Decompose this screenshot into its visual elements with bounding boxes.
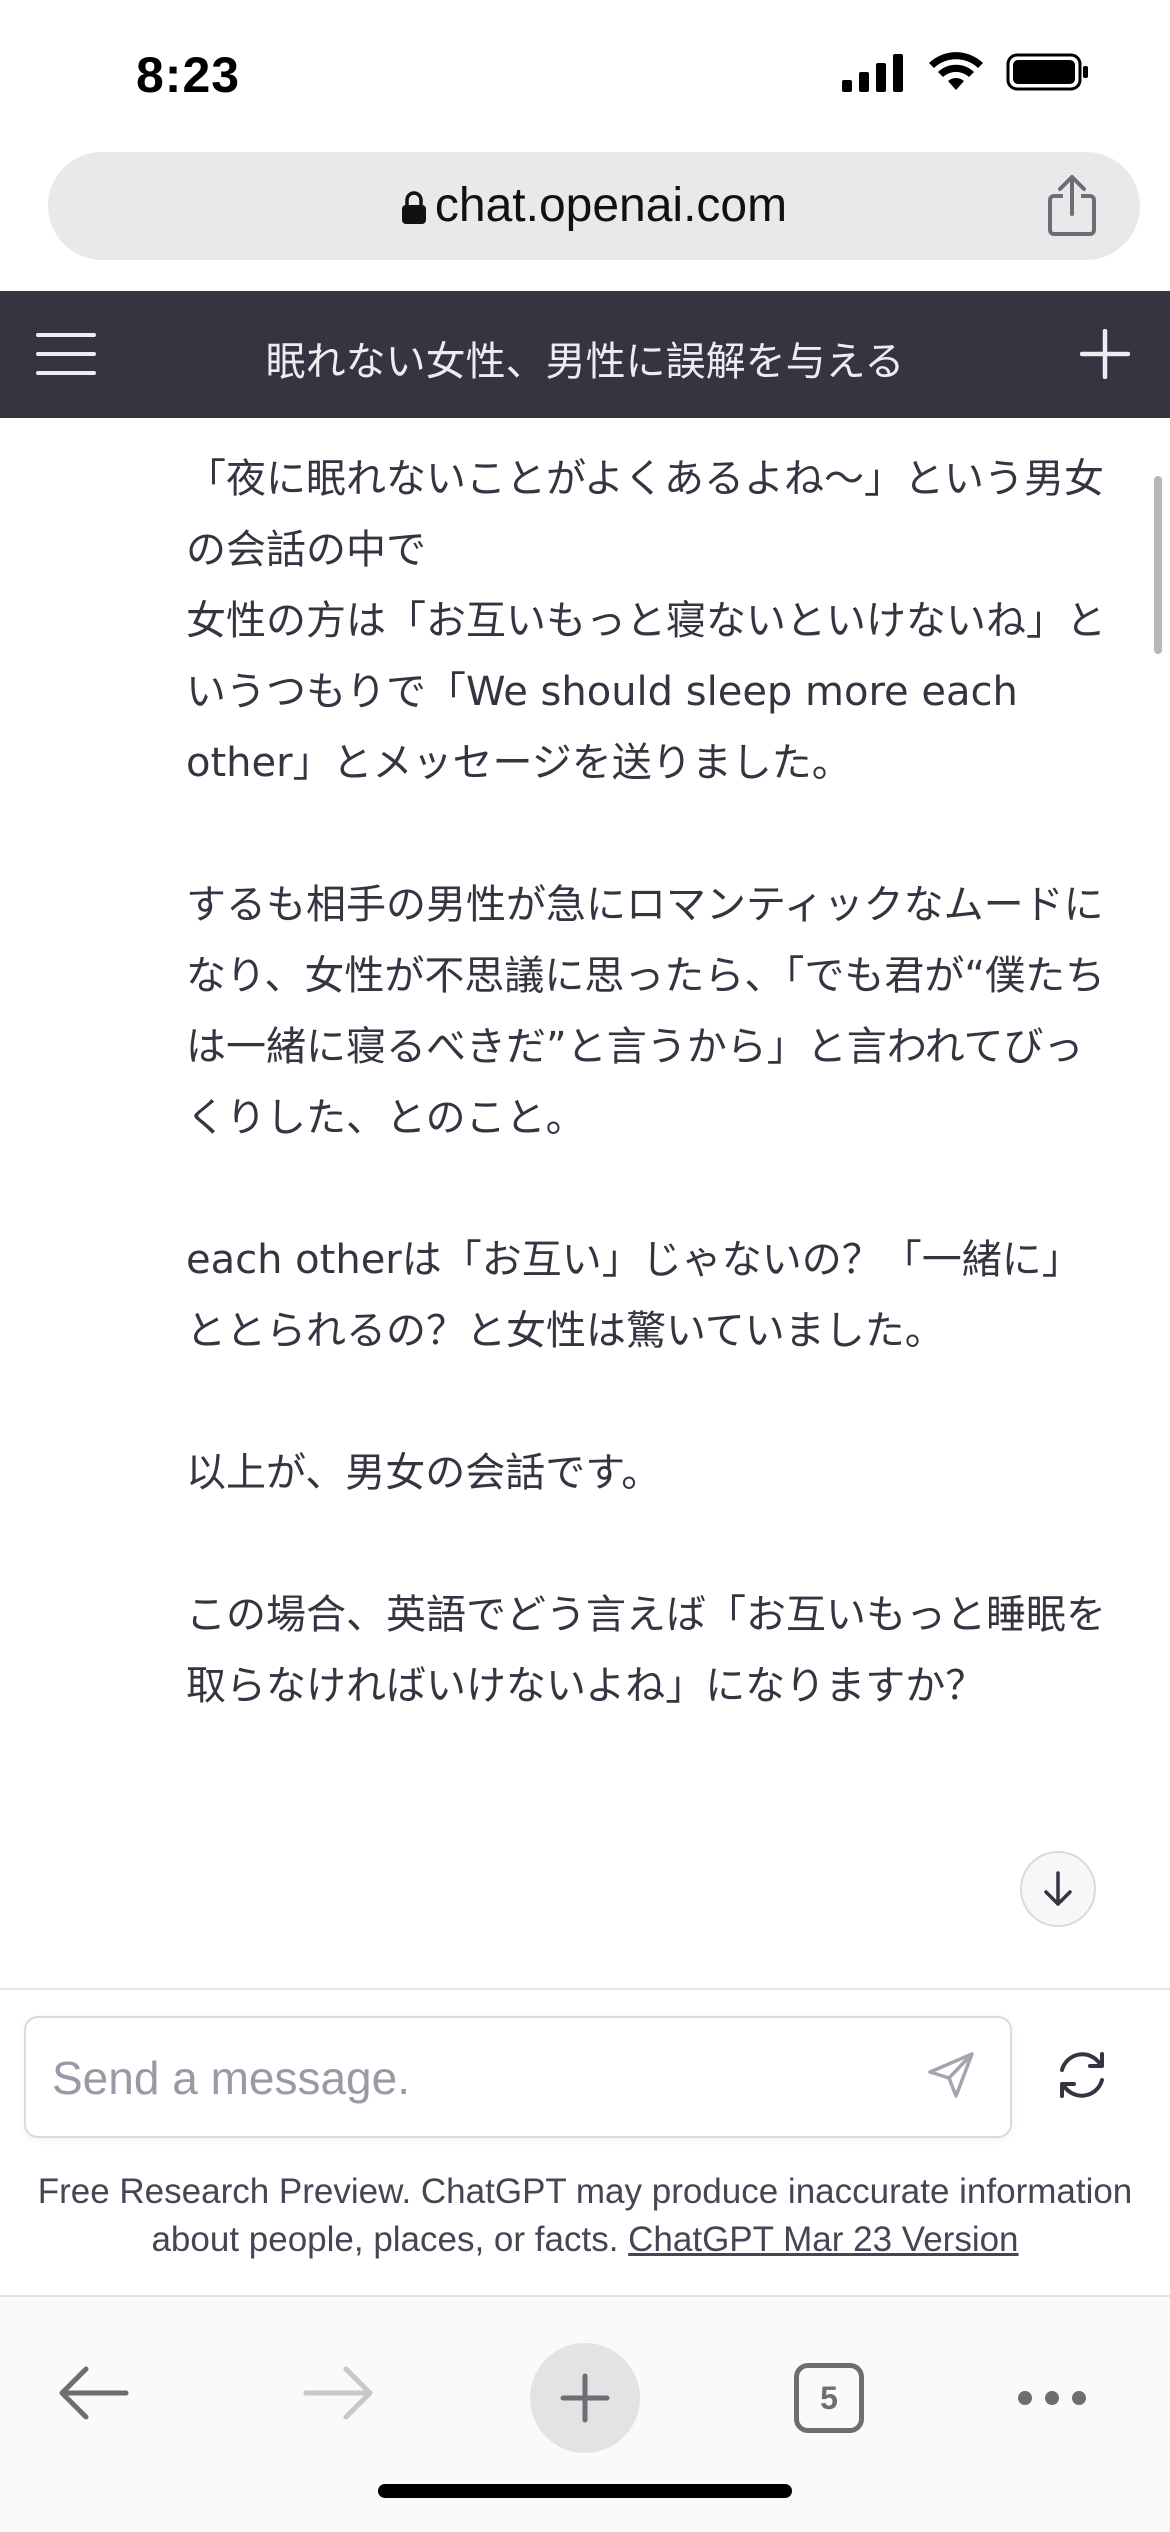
paper-plane-icon[interactable]: [926, 2050, 976, 2100]
conversation-title: 眠れない女性、男性に誤解を与える: [265, 339, 905, 385]
wifi-icon: [929, 52, 983, 90]
address-bar[interactable]: chat.openai.com: [48, 152, 1140, 260]
url-display[interactable]: chat.openai.com: [48, 178, 1140, 233]
composer-divider: [0, 1988, 1170, 1990]
battery-icon: [1006, 53, 1088, 91]
safari-page: 8:23 chat.openai.com 眠れない女性、男性に誤解を与える 「夜…: [0, 0, 1170, 2532]
user-message: 「夜に眠れないことがよくあるよね〜」という男女の会話の中で 女性の方は「お互いも…: [186, 444, 1116, 1793]
plus-icon[interactable]: [1080, 329, 1130, 379]
ellipsis-icon[interactable]: [1016, 2389, 1088, 2407]
arrow-right-icon[interactable]: [302, 2361, 376, 2425]
refresh-icon[interactable]: [1054, 2050, 1110, 2100]
message-paragraph: この場合、英語でどう言えば「お互いもっと睡眠を取らなければいけないよね」になりま…: [186, 1592, 1106, 1709]
new-tab-button[interactable]: [530, 2343, 640, 2453]
message-paragraph: するも相手の男性が急にロマンティックなムードになり、女性が不思議に思ったら、「で…: [186, 882, 1106, 1141]
tab-count-button[interactable]: 5: [794, 2363, 864, 2433]
message-input[interactable]: [50, 2046, 914, 2110]
menu-icon[interactable]: [36, 331, 96, 377]
chat-area: 「夜に眠れないことがよくあるよね〜」という男女の会話の中で 女性の方は「お互いも…: [0, 418, 1170, 1986]
plus-icon: [560, 2373, 610, 2423]
version-link[interactable]: ChatGPT Mar 23 Version: [628, 2220, 1018, 2259]
scrollbar-thumb[interactable]: [1154, 476, 1162, 654]
status-icons: [842, 52, 1090, 92]
chat-header: 眠れない女性、男性に誤解を与える: [0, 291, 1170, 418]
message-composer[interactable]: [24, 2016, 1012, 2138]
cellular-signal-icon: [842, 54, 903, 92]
disclaimer: Free Research Preview. ChatGPT may produ…: [30, 2168, 1140, 2264]
share-icon[interactable]: [1044, 174, 1100, 238]
message-paragraph: 以上が、男女の会話です。: [186, 1450, 662, 1496]
status-bar: 8:23: [0, 0, 1170, 150]
message-paragraph: each otherは「お互い」じゃないの？「一緒に」ととられるの？と女性は驚い…: [186, 1237, 1082, 1354]
scroll-to-bottom-button[interactable]: [1020, 1851, 1096, 1927]
message-paragraph: 「夜に眠れないことがよくあるよね〜」という男女の会話の中で 女性の方は「お互いも…: [186, 456, 1106, 786]
arrow-down-icon: [1044, 1871, 1072, 1906]
arrow-left-icon[interactable]: [56, 2361, 130, 2425]
home-indicator: [378, 2484, 792, 2498]
status-time: 8:23: [136, 47, 241, 103]
url-text: chat.openai.com: [434, 179, 788, 232]
lock-icon: [401, 191, 426, 225]
